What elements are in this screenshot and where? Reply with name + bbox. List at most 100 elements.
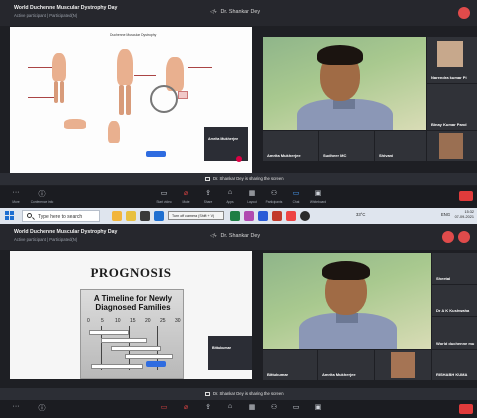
presenter-label: ◁ϟ Dr. Shankar Dey <box>210 9 260 15</box>
participants-icon[interactable]: ⚇ <box>266 403 282 411</box>
meeting-window-bottom: World Duchenne Muscular Dystrophy Day Ac… <box>0 224 477 418</box>
toolbar-label: Start video <box>156 200 172 204</box>
speaker-hair <box>322 261 370 280</box>
camera-icon[interactable]: ▭ <box>156 189 172 197</box>
participant-photo <box>437 41 463 67</box>
mic-icon[interactable]: ⌀ <box>178 189 194 197</box>
toolbar-label: Conference info <box>30 200 54 204</box>
figure-leg <box>54 81 58 103</box>
crawling-figure-illustration <box>64 119 86 129</box>
participant-tile[interactable]: Binay Kumar Pand <box>427 84 477 130</box>
record-button[interactable] <box>442 231 454 243</box>
taskbar-search-input[interactable]: Type here to search <box>22 210 100 222</box>
timeline-graphic: A Timeline for Newly Diagnosed Families … <box>80 289 184 379</box>
participant-tile[interactable]: Amrita Mukherjee <box>263 131 318 161</box>
camera-tooltip: Turn off camera (Shift + V) <box>168 211 224 220</box>
self-view-name: Amrita Mukherjee <box>208 137 239 141</box>
participant-tile[interactable]: Sheetal <box>432 253 477 284</box>
sharing-text: Dr. Shankar Dey is sharing the screen <box>205 176 284 181</box>
apps-icon[interactable]: ⌂ <box>222 189 238 196</box>
participant-tile[interactable]: Bittukumar <box>263 350 317 380</box>
mic-icon[interactable]: ⌀ <box>178 403 194 411</box>
layout-icon[interactable]: ▦ <box>244 189 260 197</box>
participant-name: Binay Kumar Pand <box>431 122 467 127</box>
pdf-icon[interactable] <box>286 211 296 221</box>
participant-name: Amrita Mukherjee <box>322 372 356 377</box>
participant-tile[interactable]: RISHABH KUMA <box>432 350 477 380</box>
whiteboard-icon[interactable]: ▣ <box>310 189 326 197</box>
participant-name: Bittukumar <box>267 372 289 377</box>
toolbar-label: Share <box>203 200 213 204</box>
teen-figure-illustration <box>117 49 133 85</box>
active-speaker-video <box>263 253 431 349</box>
info-icon[interactable]: ⓘ <box>34 189 50 199</box>
slide-blue-button <box>146 361 166 367</box>
app-icon[interactable] <box>244 211 254 221</box>
meeting-window-top: World Duchenne Muscular Dystrophy Day Ac… <box>0 0 477 212</box>
participant-tile[interactable] <box>375 350 431 380</box>
self-view-tile: Amrita Mukherjee <box>204 127 248 161</box>
layout-icon[interactable]: ▦ <box>244 403 260 411</box>
search-placeholder: Type here to search <box>38 214 83 220</box>
slide-title: PROGNOSIS <box>90 265 172 280</box>
participant-photo <box>439 133 463 159</box>
timeline-tick: 20 <box>145 318 151 324</box>
participant-tile[interactable]: Amrita Mukherjee <box>318 350 374 380</box>
annotation-line <box>188 67 212 68</box>
participant-name: Sheetal <box>436 276 451 281</box>
participant-tile[interactable] <box>427 131 477 161</box>
camera-icon[interactable]: ▭ <box>156 403 172 411</box>
share-icon[interactable]: ⇪ <box>200 403 216 411</box>
apps-icon[interactable]: ⌂ <box>222 403 238 410</box>
sticky-app-icon[interactable] <box>126 211 136 221</box>
leave-button[interactable] <box>459 404 473 414</box>
leave-button[interactable] <box>459 191 473 201</box>
figure-leg <box>60 81 64 103</box>
annotation-line <box>134 75 156 76</box>
sharing-banner: Dr. Shankar Dey is sharing the screen <box>0 388 477 400</box>
chat-icon[interactable]: ▭ <box>288 189 304 197</box>
participants-icon[interactable]: ⚇ <box>266 189 282 197</box>
active-speaker-video <box>263 37 426 130</box>
timeline-bar <box>89 330 129 335</box>
timeline-bar <box>111 346 161 351</box>
participant-tile[interactable]: Dr A K Kushwaha <box>432 285 477 316</box>
presenter-name: Dr. Shankar Dey <box>220 233 261 239</box>
windows-taskbar: Type here to search Turn off camera (Shi… <box>0 208 477 224</box>
media-icon[interactable] <box>300 211 310 221</box>
powerpoint-icon[interactable] <box>272 211 282 221</box>
edge-browser-icon[interactable] <box>154 211 164 221</box>
task-view-icon[interactable] <box>140 211 150 221</box>
slide-blue-button <box>146 151 166 157</box>
participant-tile[interactable]: Shivani <box>375 131 426 161</box>
file-explorer-icon[interactable] <box>112 211 122 221</box>
more-icon[interactable]: ··· <box>8 403 24 410</box>
share-icon[interactable]: ⇪ <box>200 189 216 197</box>
language-indicator[interactable]: ENG <box>441 212 450 217</box>
figure-leg <box>126 85 131 115</box>
toolbar-label: Chat <box>292 200 300 204</box>
meeting-header: World Duchenne Muscular Dystrophy Day Ac… <box>0 0 477 26</box>
windows-start-icon[interactable] <box>5 211 14 220</box>
chat-icon[interactable]: ▭ <box>288 403 304 411</box>
leave-meeting-button[interactable] <box>458 7 470 19</box>
more-icon[interactable]: ··· <box>8 189 24 196</box>
info-icon[interactable]: ⓘ <box>34 403 50 413</box>
speaker-icon: ◁ϟ <box>210 9 217 15</box>
wheelchair-wheel <box>150 85 178 113</box>
timeline-bar <box>125 354 173 359</box>
excel-icon[interactable] <box>230 211 240 221</box>
toolbar-label: More <box>12 200 20 204</box>
toolbar-label: Layout <box>247 200 257 204</box>
taskbar-clock[interactable]: 15:32 07-09-2021 <box>455 210 474 220</box>
timeline-ticks: 0 5 10 15 20 25 30 <box>87 318 181 326</box>
word-icon[interactable] <box>258 211 268 221</box>
recording-indicator <box>236 156 242 162</box>
whiteboard-icon[interactable]: ▣ <box>310 403 326 411</box>
participant-tile[interactable]: Sudheer MC <box>319 131 374 161</box>
participant-photo <box>391 352 415 378</box>
participant-tile[interactable]: World duchenne mu <box>432 317 477 349</box>
participant-tile[interactable]: Narendra kumar Pi <box>427 37 477 83</box>
meeting-toolbar: ··· ⓘ ▭ ⌀ ⇪ ⌂ ▦ ⚇ ▭ ▣ <box>0 400 477 418</box>
leave-meeting-button[interactable] <box>458 231 470 243</box>
